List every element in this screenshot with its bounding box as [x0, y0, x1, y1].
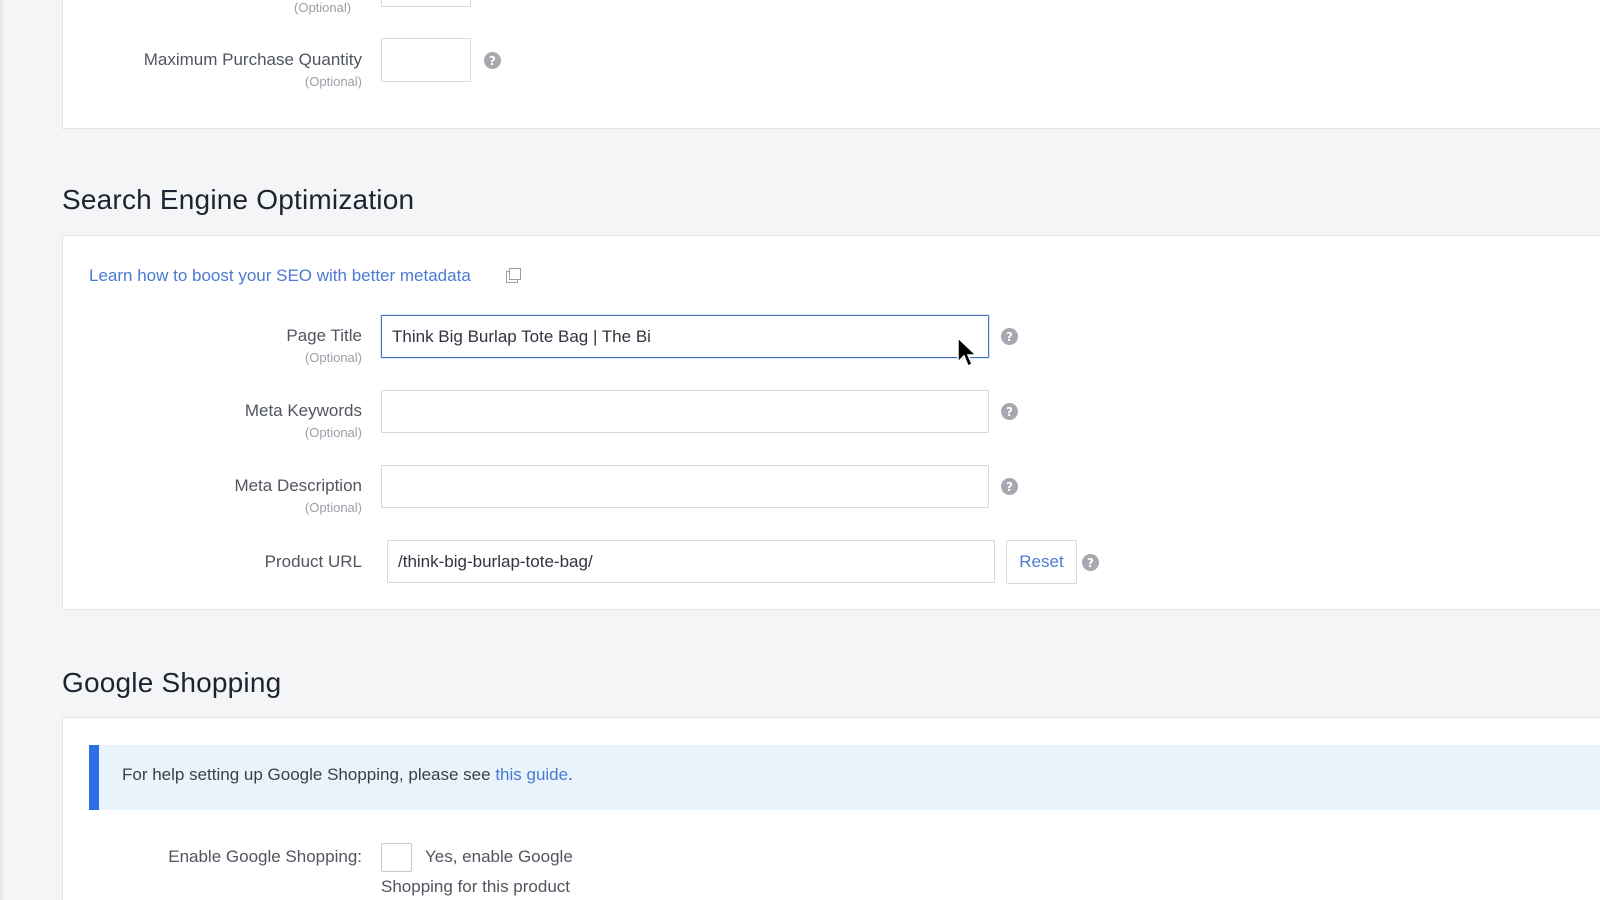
meta-keywords-label-block: Meta Keywords (Optional)	[0, 401, 362, 440]
product-url-input[interactable]	[387, 540, 995, 583]
seo-learn-link[interactable]: Learn how to boost your SEO with better …	[89, 266, 471, 286]
mouse-cursor-icon	[957, 337, 978, 368]
meta-description-input[interactable]	[381, 465, 989, 508]
enable-google-checkbox[interactable]	[381, 843, 412, 872]
help-icon[interactable]: ?	[1001, 328, 1018, 345]
top-optional-label: (Optional)	[294, 0, 352, 15]
max-qty-input[interactable]	[381, 38, 471, 82]
page-left-edge	[0, 0, 3, 900]
meta-keywords-optional: (Optional)	[304, 425, 362, 440]
meta-description-optional: (Optional)	[304, 500, 362, 515]
google-shopping-section-title: Google Shopping	[62, 667, 282, 698]
min-qty-input[interactable]	[381, 0, 471, 7]
help-icon[interactable]: ?	[1001, 403, 1018, 420]
page-title-optional: (Optional)	[304, 350, 362, 365]
meta-description-label: Meta Description	[234, 476, 362, 495]
product-url-label-block: Product URL	[0, 552, 362, 572]
help-icon[interactable]: ?	[1001, 478, 1018, 495]
meta-description-label-block: Meta Description (Optional)	[0, 476, 362, 515]
external-link-icon[interactable]	[506, 268, 521, 283]
max-qty-label-block: Maximum Purchase Quantity (Optional)	[0, 50, 362, 89]
info-banner-text: For help setting up Google Shopping, ple…	[122, 765, 573, 785]
enable-google-label-block: Enable Google Shopping:	[0, 847, 362, 867]
page-title-input[interactable]	[381, 315, 989, 358]
help-icon[interactable]: ?	[484, 52, 501, 69]
max-qty-optional: (Optional)	[304, 74, 362, 89]
page-title-label: Page Title	[286, 326, 362, 345]
info-suffix: .	[568, 765, 573, 784]
enable-google-checkbox-label-2[interactable]: Shopping for this product	[381, 877, 570, 897]
help-icon[interactable]: ?	[1082, 554, 1099, 571]
enable-google-label: Enable Google Shopping:	[168, 847, 362, 866]
meta-keywords-label: Meta Keywords	[244, 401, 362, 420]
enable-google-checkbox-label[interactable]: Yes, enable Google	[425, 847, 573, 867]
info-prefix: For help setting up Google Shopping, ple…	[122, 765, 496, 784]
meta-keywords-input[interactable]	[381, 390, 989, 433]
page-title-label-block: Page Title (Optional)	[0, 326, 362, 365]
reset-url-button[interactable]: Reset	[1006, 540, 1077, 584]
guide-link[interactable]: this guide	[495, 765, 568, 784]
seo-section-title: Search Engine Optimization	[62, 184, 415, 215]
product-url-label: Product URL	[264, 552, 362, 571]
max-qty-label: Maximum Purchase Quantity	[143, 50, 362, 69]
